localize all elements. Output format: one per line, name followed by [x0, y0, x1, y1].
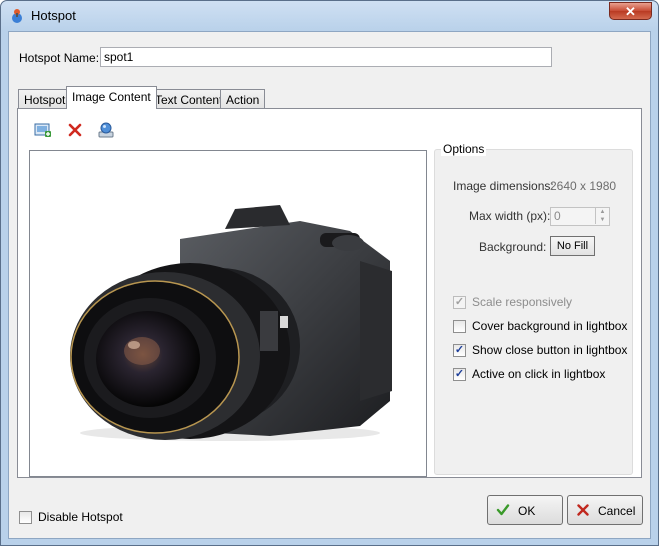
spin-down-icon[interactable]: ▼	[595, 216, 609, 224]
image-dimensions-label: Image dimensions:	[453, 179, 554, 193]
ok-label: OK	[518, 504, 536, 518]
tab-hotspot[interactable]: Hotspot	[18, 89, 72, 108]
checkbox-box[interactable]: ✓	[453, 344, 466, 357]
add-image-icon[interactable]	[34, 121, 52, 139]
image-dimensions-value: 2640 x 1980	[550, 179, 617, 193]
app-icon	[12, 9, 22, 23]
checkbox-label: Cover background in lightbox	[472, 319, 628, 333]
max-width-input[interactable]: 0 ▲ ▼	[550, 207, 610, 226]
checkbox-label: Scale responsively	[472, 295, 573, 309]
image-content-panel: Image dimensions: 2640 x 1980 Max width …	[17, 108, 642, 478]
delete-icon[interactable]	[66, 121, 84, 139]
close-button[interactable]: ✕	[609, 2, 652, 20]
cancel-button[interactable]: Cancel	[567, 495, 643, 525]
hotspot-name-input[interactable]	[100, 47, 552, 67]
dialog-body: Hotspot Name: Hotspot Image Content Text…	[8, 31, 651, 539]
edit-image-icon[interactable]	[97, 121, 115, 139]
max-width-value: 0	[554, 209, 561, 223]
spin-up-icon[interactable]: ▲	[595, 208, 609, 216]
hotspot-dialog: Hotspot ✕ Hotspot Name: Hotspot Image Co…	[0, 0, 659, 546]
checkmark-icon	[496, 504, 510, 516]
checkbox-label: Disable Hotspot	[38, 510, 123, 524]
checkbox-box[interactable]: ✓	[453, 296, 466, 309]
checkbox-label: Active on click in lightbox	[472, 367, 606, 381]
checkbox-box[interactable]: ✓	[453, 368, 466, 381]
cancel-x-icon	[577, 504, 589, 516]
ok-button[interactable]: OK	[487, 495, 563, 525]
background-button[interactable]: No Fill	[550, 236, 595, 256]
window-title: Hotspot	[31, 8, 76, 23]
background-label: Background:	[479, 240, 547, 254]
checkbox-label: Show close button in lightbox	[472, 343, 628, 357]
camera-image	[70, 205, 392, 441]
checkbox-box[interactable]	[453, 320, 466, 333]
title-bar[interactable]: Hotspot ✕	[1, 1, 658, 31]
options-legend: Options	[441, 142, 487, 156]
checkbox-box[interactable]	[19, 511, 32, 524]
hotspot-name-label: Hotspot Name:	[19, 51, 100, 65]
options-group: Image dimensions: 2640 x 1980 Max width …	[434, 149, 633, 475]
tab-action[interactable]: Action	[220, 89, 266, 108]
image-preview[interactable]	[29, 150, 427, 477]
cancel-label: Cancel	[598, 504, 636, 518]
tab-text-content[interactable]: Text Content	[149, 89, 229, 108]
max-width-label: Max width (px):	[469, 209, 551, 223]
tab-image-content[interactable]: Image Content	[66, 86, 157, 109]
